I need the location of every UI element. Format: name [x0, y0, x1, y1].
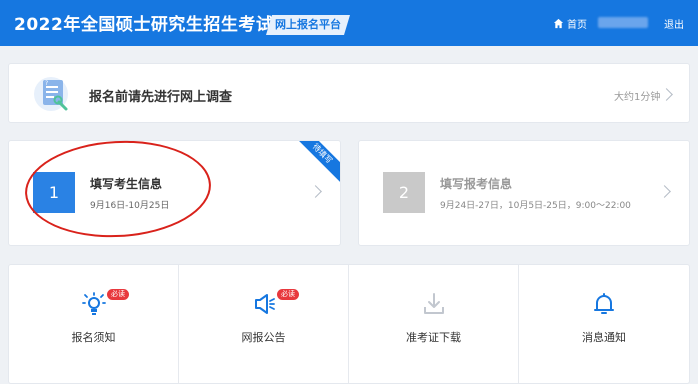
must-read-badge: 必读: [107, 289, 129, 300]
step-title: 填写考生信息: [90, 177, 163, 191]
user-name-redacted: [598, 17, 648, 28]
step-number-badge: 2: [383, 172, 425, 213]
step-title: 填写报考信息: [440, 177, 513, 191]
step-number-badge: 1: [33, 172, 75, 213]
status-ribbon: 待填写: [288, 141, 340, 188]
home-label: 首页: [567, 20, 587, 31]
home-link[interactable]: 首页: [553, 16, 587, 31]
must-read-badge: 必读: [277, 289, 299, 300]
chevron-right-icon: [658, 185, 671, 198]
menu-item-announcements[interactable]: 必读 网报公告: [179, 265, 349, 383]
top-header: 2022年全国硕士研究生招生考试 网上报名平台 首页 退出: [0, 0, 698, 46]
menu-label: 报名须知: [71, 331, 116, 344]
menu-label: 消息通知: [582, 331, 626, 344]
menu-item-registration-notice[interactable]: 必读 报名须知: [9, 265, 179, 383]
app-title: 2022年全国硕士研究生招生考试: [14, 15, 274, 35]
bell-icon: [594, 293, 614, 314]
logout-link[interactable]: 退出: [664, 16, 684, 31]
step-dates: 9月24日-27日，10月5日-25日，9:00～22:00: [440, 201, 631, 211]
survey-text: 报名前请先进行网上调查: [89, 90, 233, 105]
survey-duration: 大约1分钟: [614, 92, 661, 103]
chevron-right-icon: [660, 88, 673, 101]
survey-card[interactable]: ? 报名前请先进行网上调查 大约1分钟: [8, 63, 690, 123]
chevron-right-icon: [309, 185, 322, 198]
lightbulb-icon: [82, 292, 106, 315]
megaphone-icon: [255, 294, 275, 314]
step-fill-application-info[interactable]: 2 填写报考信息 9月24日-27日，10月5日-25日，9:00～22:00: [358, 140, 690, 246]
menu-label: 网报公告: [241, 331, 286, 344]
step-fill-candidate-info[interactable]: 1 填写考生信息 9月16日-10月25日 待填写: [8, 140, 341, 246]
platform-tag: 网上报名平台: [266, 15, 350, 35]
step-dates: 9月16日-10月25日: [90, 201, 170, 211]
survey-document-icon: ?: [34, 77, 68, 111]
home-icon: [553, 18, 564, 29]
menu-label: 准考证下载: [406, 331, 461, 344]
menu-item-admission-ticket[interactable]: 准考证下载: [349, 265, 519, 383]
svg-text:?: ?: [45, 80, 48, 87]
menu-item-notifications[interactable]: 消息通知: [519, 265, 689, 383]
download-icon: [424, 293, 444, 314]
quick-menu: 必读 报名须知 必读 网报公告 准考证下载 消息通知: [8, 264, 690, 384]
